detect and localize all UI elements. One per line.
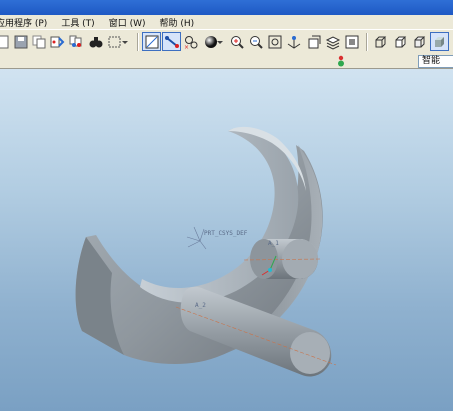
main-toolbar: × bbox=[0, 29, 453, 55]
menu-applications[interactable]: 应用程序 (P) bbox=[0, 16, 54, 29]
svg-text:×: × bbox=[184, 44, 189, 50]
dropdown-arrow-icon[interactable] bbox=[121, 33, 129, 51]
layers-icon[interactable] bbox=[324, 33, 342, 51]
toolbar-separator bbox=[366, 33, 368, 51]
status-light-icon bbox=[336, 54, 346, 68]
menu-window[interactable]: 窗口 (W) bbox=[102, 16, 153, 29]
axis-label-a1: A_1 bbox=[268, 240, 279, 247]
menu-help[interactable]: 帮助 (H) bbox=[153, 16, 202, 29]
no-hidden-icon[interactable] bbox=[411, 33, 429, 51]
menu-tools[interactable]: 工具 (T) bbox=[54, 16, 101, 29]
save-icon[interactable] bbox=[12, 33, 30, 51]
new-icon[interactable] bbox=[0, 33, 12, 51]
axis-label-a2: A_2 bbox=[195, 302, 206, 309]
find-icon[interactable] bbox=[67, 33, 85, 51]
zoom-in-icon[interactable] bbox=[228, 33, 246, 51]
menu-bar: 应用程序 (P) 工具 (T) 窗口 (W) 帮助 (H) bbox=[0, 15, 453, 29]
status-strip: 智能 bbox=[0, 54, 453, 69]
refit-icon[interactable] bbox=[266, 33, 284, 51]
view-manager-icon[interactable] bbox=[343, 33, 361, 51]
toolbar-separator bbox=[137, 33, 139, 51]
hidden-line-icon[interactable] bbox=[392, 33, 410, 51]
datum-point-icon[interactable]: × bbox=[182, 33, 200, 51]
reorient-icon[interactable] bbox=[285, 33, 303, 51]
zoom-out-icon[interactable] bbox=[247, 33, 265, 51]
datum-axis-icon[interactable] bbox=[162, 32, 181, 51]
graphics-viewport[interactable]: PRT_CSYS_DEF A_1 A_2 bbox=[0, 69, 453, 411]
window-title-bar bbox=[0, 0, 453, 15]
shaded-icon[interactable] bbox=[430, 32, 449, 51]
csys-label: PRT_CSYS_DEF bbox=[204, 230, 248, 237]
binoculars-icon[interactable] bbox=[87, 33, 105, 51]
wireframe-icon[interactable] bbox=[372, 33, 390, 51]
regenerate-icon[interactable] bbox=[48, 33, 66, 51]
dropdown-arrow-icon[interactable] bbox=[216, 33, 224, 51]
copy-icon[interactable] bbox=[30, 33, 48, 51]
coordinate-system-marker[interactable]: PRT_CSYS_DEF bbox=[186, 226, 248, 250]
datum-plane-icon[interactable] bbox=[142, 32, 161, 51]
selection-filter-select[interactable]: 智能 bbox=[418, 55, 453, 68]
saved-views-icon[interactable] bbox=[305, 33, 323, 51]
pin-upper[interactable] bbox=[243, 239, 321, 279]
model-3d-view[interactable]: PRT_CSYS_DEF A_1 A_2 bbox=[0, 69, 453, 411]
